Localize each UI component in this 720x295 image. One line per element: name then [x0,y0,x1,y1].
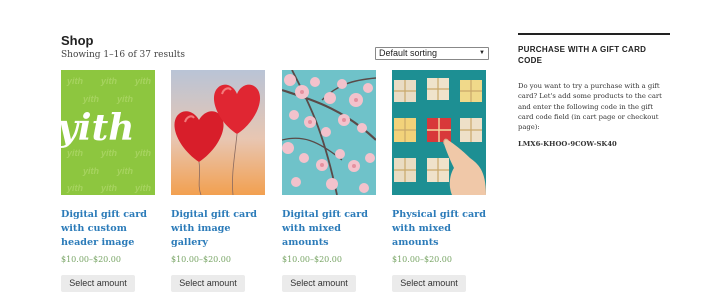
yith-logo-text: yith [61,107,134,149]
product-title-link[interactable]: Digital gift card with image gallery [171,208,265,250]
sorting-selected-value: Default sorting [379,48,438,58]
gift-card-code: LMX6-KHOO-9COW-SK40 [518,140,617,149]
watermark-text: yith [100,148,118,158]
product-image[interactable]: yith yith yith yith yith yith yith yith … [61,70,155,195]
product-card: Digital gift card with mixed amounts $10… [282,70,376,292]
yith-gift-card-image: yith yith yith yith yith yith yith yith … [61,70,155,195]
watermark-text: yith [100,76,118,86]
gift-boxes-image [392,70,486,195]
balloons-image [171,70,265,195]
product-card: Physical gift card with mixed amounts $1… [392,70,486,292]
watermark-text: yith [116,166,134,176]
watermark-text: yith [134,148,152,158]
product-price: $10.00–$20.00 [171,255,231,264]
chevron-down-icon: ▼ [479,50,485,56]
page-title: Shop [61,33,94,48]
product-title-link[interactable]: Digital gift card with custom header ima… [61,208,155,250]
watermark-text: yith [134,183,152,193]
watermark-text: yith [116,94,134,104]
product-image[interactable] [392,70,486,195]
select-amount-button[interactable]: Select amount [171,275,245,292]
widget-divider [518,33,670,35]
product-card: yith yith yith yith yith yith yith yith … [61,70,155,292]
gift-card-widget: PURCHASE WITH A GIFT CARD CODE Do you wa… [518,33,670,148]
sorting-select[interactable]: Default sorting ▼ [375,47,489,60]
watermark-text: yith [134,76,152,86]
product-image[interactable] [171,70,265,195]
watermark-text: yith [82,94,100,104]
product-price: $10.00–$20.00 [282,255,342,264]
cherry-blossom-image [282,70,376,195]
watermark-text: yith [100,183,118,193]
product-title-link[interactable]: Physical gift card with mixed amounts [392,208,486,250]
select-amount-button[interactable]: Select amount [392,275,466,292]
product-title-link[interactable]: Digital gift card with mixed amounts [282,208,376,250]
product-card: Digital gift card with image gallery $10… [171,70,265,292]
product-price: $10.00–$20.00 [392,255,452,264]
watermark-text: yith [66,148,84,158]
product-price: $10.00–$20.00 [61,255,121,264]
watermark-text: yith [66,183,84,193]
select-amount-button[interactable]: Select amount [282,275,356,292]
product-image[interactable] [282,70,376,195]
watermark-text: yith [66,76,84,86]
watermark-text: yith [82,166,100,176]
widget-heading: PURCHASE WITH A GIFT CARD CODE [518,45,647,65]
widget-description: Do you want to try a purchase with a gif… [518,82,662,132]
result-count: Showing 1–16 of 37 results [61,50,186,60]
select-amount-button[interactable]: Select amount [61,275,135,292]
